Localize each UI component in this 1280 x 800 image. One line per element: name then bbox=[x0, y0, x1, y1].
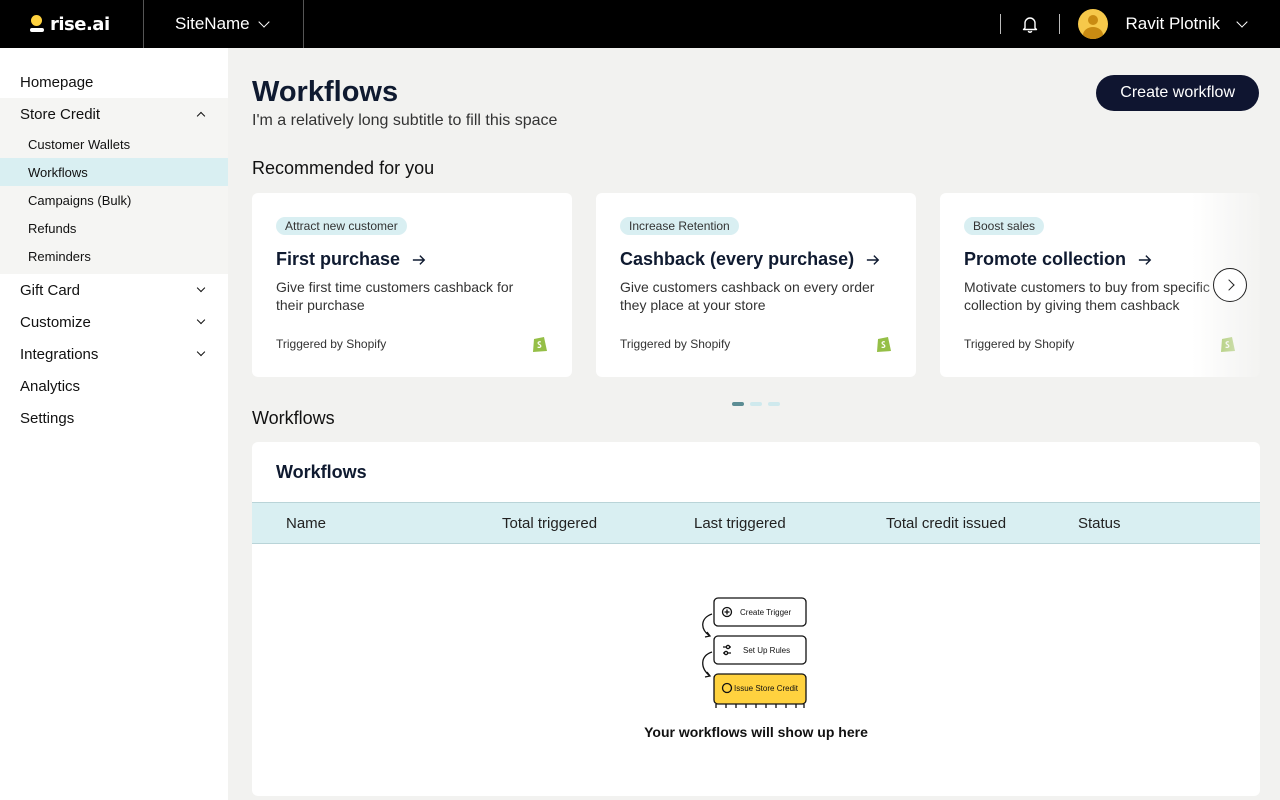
card-footer: Triggered by Shopify bbox=[276, 335, 548, 353]
card-tag: Boost sales bbox=[964, 217, 1045, 235]
step-set-up-rules: Set Up Rules bbox=[743, 646, 790, 655]
top-bar: rise.ai SiteName Ravit Plotnik bbox=[0, 0, 1280, 48]
card-description-line: Give customers cashback on every order bbox=[620, 279, 875, 295]
arrow-right-icon bbox=[867, 254, 880, 265]
chevron-down-icon bbox=[1236, 16, 1248, 28]
page-subtitle: I'm a relatively long subtitle to fill t… bbox=[252, 112, 558, 129]
sidebar-item-refunds[interactable]: Refunds bbox=[0, 214, 228, 242]
sidebar-item-label: Customize bbox=[20, 313, 91, 331]
sidebar-item-label: Gift Card bbox=[20, 281, 81, 299]
sidebar-item-label: Analytics bbox=[20, 377, 81, 395]
top-right-controls: Ravit Plotnik bbox=[999, 0, 1280, 48]
card-title-text: Cashback (every purchase) bbox=[620, 249, 855, 269]
workflows-section-title: Workflows bbox=[252, 408, 335, 428]
sidebar-item-label: Settings bbox=[20, 409, 75, 427]
trigger-label: Triggered by Shopify bbox=[964, 337, 1075, 351]
card-footer: Triggered by Shopify bbox=[620, 335, 892, 353]
sidebar-item-settings[interactable]: Settings bbox=[0, 402, 228, 434]
card-description-line: Give first time customers cashback for bbox=[276, 279, 514, 295]
empty-state-illustration: Create Trigger Set Up Rules Issue Store … bbox=[702, 597, 807, 708]
chevron-right-icon bbox=[1222, 279, 1235, 291]
chevron-down-icon bbox=[196, 347, 206, 357]
card-description-line: Motivate customers to buy from specific bbox=[964, 279, 1210, 295]
page-title: Workflows bbox=[252, 76, 399, 108]
table-header: Name Total triggered Last triggered Tota… bbox=[252, 502, 1260, 544]
empty-state-text: Your workflows will show up here bbox=[644, 724, 868, 740]
step-create-trigger: Create Trigger bbox=[740, 608, 791, 617]
column-header-last-triggered[interactable]: Last triggered bbox=[694, 515, 786, 532]
chevron-up-icon bbox=[196, 111, 206, 121]
card-description: Motivate customers to buy from specific … bbox=[964, 278, 1236, 314]
avatar bbox=[1077, 9, 1108, 39]
sidebar-item-integrations[interactable]: Integrations bbox=[0, 338, 228, 370]
workflows-table: Workflows Name Total triggered Last trig… bbox=[252, 442, 1260, 796]
chevron-down-icon bbox=[196, 283, 206, 293]
shopify-icon bbox=[877, 337, 891, 352]
chevron-down-icon bbox=[257, 16, 270, 28]
sidebar-item-customer-wallets[interactable]: Customer Wallets bbox=[0, 130, 228, 158]
carousel-pagination bbox=[732, 402, 780, 406]
bell-icon bbox=[1022, 17, 1037, 33]
sidebar-item-campaigns[interactable]: Campaigns (Bulk) bbox=[0, 186, 228, 214]
recommended-title: Recommended for you bbox=[252, 158, 435, 178]
column-header-total-triggered[interactable]: Total triggered bbox=[502, 515, 597, 532]
site-selector[interactable]: SiteName bbox=[144, 0, 304, 48]
sidebar-item-gift-card[interactable]: Gift Card bbox=[0, 274, 228, 306]
user-name: Ravit Plotnik bbox=[1125, 14, 1220, 33]
step-issue-store-credit: Issue Store Credit bbox=[734, 684, 799, 693]
card-description-line: collection by giving them cashback bbox=[964, 297, 1180, 313]
column-header-total-credit[interactable]: Total credit issued bbox=[886, 515, 1006, 532]
card-title: Promote collection bbox=[964, 249, 1236, 270]
carousel-dot[interactable] bbox=[750, 402, 762, 406]
sidebar-item-analytics[interactable]: Analytics bbox=[0, 370, 228, 402]
card-title: First purchase bbox=[276, 249, 548, 270]
user-menu[interactable]: Ravit Plotnik bbox=[1060, 9, 1248, 39]
sidebar-item-label: Homepage bbox=[20, 73, 94, 91]
logo-icon bbox=[30, 15, 44, 33]
sidebar: Homepage Store Credit Customer Wallets W… bbox=[0, 48, 228, 800]
sidebar-item-customize[interactable]: Customize bbox=[0, 306, 228, 338]
carousel-next-button[interactable] bbox=[1213, 268, 1247, 302]
carousel-dot[interactable] bbox=[732, 402, 744, 406]
chevron-down-icon bbox=[196, 315, 206, 325]
create-workflow-button[interactable]: Create workflow bbox=[1096, 75, 1259, 111]
sidebar-item-homepage[interactable]: Homepage bbox=[0, 66, 228, 98]
workflow-card-first-purchase[interactable]: Attract new customer First purchase Give… bbox=[252, 193, 572, 377]
table-title: Workflows bbox=[276, 462, 367, 482]
shopify-icon bbox=[533, 337, 547, 352]
carousel-dot[interactable] bbox=[768, 402, 780, 406]
sidebar-item-workflows[interactable]: Workflows bbox=[0, 158, 228, 186]
card-tag: Attract new customer bbox=[276, 217, 407, 235]
logo-text: rise.ai bbox=[50, 13, 110, 35]
card-title-text: First purchase bbox=[276, 249, 401, 269]
card-description-line: their purchase bbox=[276, 297, 365, 313]
sidebar-item-reminders[interactable]: Reminders bbox=[0, 242, 228, 270]
notifications-button[interactable] bbox=[1001, 0, 1059, 48]
sidebar-item-label: Store Credit bbox=[20, 105, 101, 123]
site-name: SiteName bbox=[175, 14, 250, 33]
sidebar-item-label: Integrations bbox=[20, 345, 99, 363]
card-description-line: they place at your store bbox=[620, 297, 766, 313]
workflow-card-promote-collection[interactable]: Boost sales Promote collection Motivate … bbox=[940, 193, 1260, 377]
card-title-text: Promote collection bbox=[964, 249, 1127, 269]
card-footer: Triggered by Shopify bbox=[964, 335, 1236, 353]
workflow-card-cashback[interactable]: Increase Retention Cashback (every purch… bbox=[596, 193, 916, 377]
trigger-label: Triggered by Shopify bbox=[620, 337, 731, 351]
sidebar-item-store-credit[interactable]: Store Credit bbox=[0, 98, 228, 130]
trigger-label: Triggered by Shopify bbox=[276, 337, 387, 351]
store-credit-subnav: Customer Wallets Workflows Campaigns (Bu… bbox=[0, 130, 228, 274]
column-header-status[interactable]: Status bbox=[1078, 515, 1121, 532]
card-tag: Increase Retention bbox=[620, 217, 739, 235]
card-description: Give customers cashback on every order t… bbox=[620, 278, 892, 314]
arrow-right-icon bbox=[412, 254, 426, 265]
column-header-name[interactable]: Name bbox=[286, 515, 326, 532]
logo[interactable]: rise.ai bbox=[0, 0, 144, 48]
card-title: Cashback (every purchase) bbox=[620, 249, 892, 270]
card-description: Give first time customers cashback for t… bbox=[276, 278, 548, 314]
shopify-icon bbox=[1221, 337, 1235, 352]
arrow-right-icon bbox=[1138, 254, 1152, 265]
recommended-carousel: Attract new customer First purchase Give… bbox=[252, 193, 1262, 377]
